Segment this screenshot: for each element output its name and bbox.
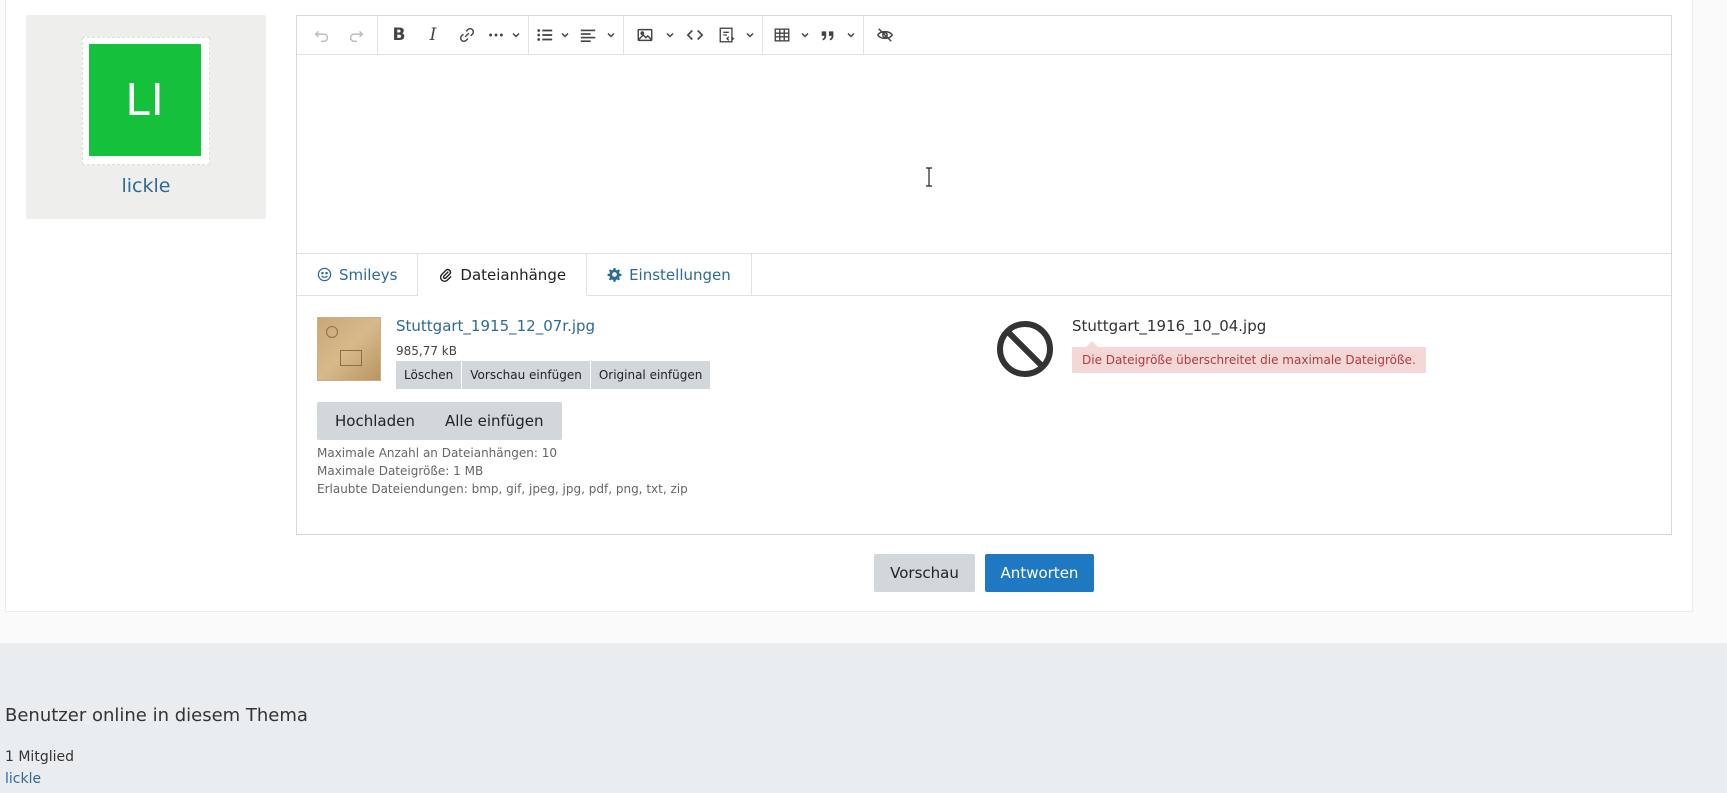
postmark-mark <box>326 326 338 338</box>
allowed-extensions-info: Erlaubte Dateiendungen: bmp, gif, jpeg, … <box>317 482 688 496</box>
text-cursor-icon <box>926 167 932 187</box>
attachment-filename-link[interactable]: Stuttgart_1915_12_07r.jpg <box>396 317 595 335</box>
quote-icon[interactable] <box>813 20 843 50</box>
editor-tabs: Smileys Dateianhänge Einstellungen <box>297 254 1671 296</box>
insert-preview-button[interactable]: Vorschau einfügen <box>462 361 590 389</box>
list-icon[interactable] <box>533 20 557 50</box>
more-icon[interactable] <box>484 20 508 50</box>
attachment-size: 985,77 kB <box>396 344 457 358</box>
smiley-icon <box>317 267 332 282</box>
preview-button[interactable]: Vorschau <box>874 554 975 592</box>
online-members-count: 1 Mitglied <box>5 749 74 765</box>
link-icon[interactable] <box>450 20 484 50</box>
attachments-panel: Stuttgart_1915_12_07r.jpg 985,77 kB Lösc… <box>297 296 1671 534</box>
undo-icon[interactable] <box>305 20 339 50</box>
toolbar-divider <box>377 15 378 55</box>
bold-icon[interactable]: B <box>382 20 416 50</box>
gear-icon <box>607 267 622 282</box>
online-users-heading: Benutzer online in diesem Thema <box>5 705 308 726</box>
insert-original-button[interactable]: Original einfügen <box>590 361 711 389</box>
attachment-actions: Löschen Vorschau einfügen Original einfü… <box>396 361 711 389</box>
user-card: LI lickle <box>26 15 266 219</box>
italic-icon[interactable]: I <box>416 20 450 50</box>
blocked-icon <box>997 321 1053 377</box>
tab-smileys[interactable]: Smileys <box>297 254 419 295</box>
max-file-size-info: Maximale Dateigröße: 1 MB <box>317 464 484 478</box>
user-name-link[interactable]: lickle <box>26 175 266 197</box>
spoiler-icon[interactable] <box>868 20 902 50</box>
toolbar-divider <box>528 15 529 55</box>
tab-label: Einstellungen <box>629 265 731 284</box>
insert-all-button[interactable]: Alle einfügen <box>427 402 562 440</box>
avatar-frame: LI <box>82 37 210 165</box>
toolbar-divider <box>762 15 763 55</box>
delete-attachment-button[interactable]: Löschen <box>396 361 462 389</box>
redo-icon[interactable] <box>339 20 373 50</box>
tab-settings[interactable]: Einstellungen <box>587 254 752 295</box>
file-size-error-message: Die Dateigröße überschreitet die maximal… <box>1072 341 1426 373</box>
toolbar-divider <box>623 15 624 55</box>
failed-attachment-filename: Stuttgart_1916_10_04.jpg <box>1072 317 1267 335</box>
address-label-mark <box>340 350 362 366</box>
online-users-section: Benutzer online in diesem Thema 1 Mitgli… <box>0 643 1727 793</box>
chevron-down-icon[interactable] <box>742 20 758 50</box>
paperclip-icon <box>440 268 453 282</box>
align-icon[interactable] <box>573 20 603 50</box>
table-icon[interactable] <box>767 20 797 50</box>
reply-submit-button[interactable]: Antworten <box>985 554 1094 592</box>
attachment-thumbnail[interactable] <box>317 317 381 381</box>
image-icon[interactable] <box>628 20 662 50</box>
toolbar-divider <box>863 15 864 55</box>
code-block-icon[interactable] <box>712 20 742 50</box>
online-user-link[interactable]: lickle <box>5 771 41 787</box>
editor-toolbar: B I <box>297 15 1671 55</box>
chevron-down-icon[interactable] <box>508 20 524 50</box>
upload-button[interactable]: Hochladen <box>317 402 433 440</box>
tab-label: Smileys <box>339 265 398 284</box>
chevron-down-icon[interactable] <box>557 20 573 50</box>
chevron-down-icon[interactable] <box>603 20 619 50</box>
chevron-down-icon[interactable] <box>797 20 813 50</box>
code-icon[interactable] <box>678 20 712 50</box>
chevron-down-icon[interactable] <box>662 20 678 50</box>
tab-attachments[interactable]: Dateianhänge <box>418 254 588 296</box>
max-attachments-info: Maximale Anzahl an Dateianhängen: 10 <box>317 446 557 460</box>
editor-text-area[interactable] <box>297 55 1671 254</box>
message-editor: B I Smileys Dateianhänge Einstellungen S… <box>296 15 1672 535</box>
chevron-down-icon[interactable] <box>843 20 859 50</box>
avatar: LI <box>89 44 201 156</box>
tab-label: Dateianhänge <box>460 265 567 284</box>
